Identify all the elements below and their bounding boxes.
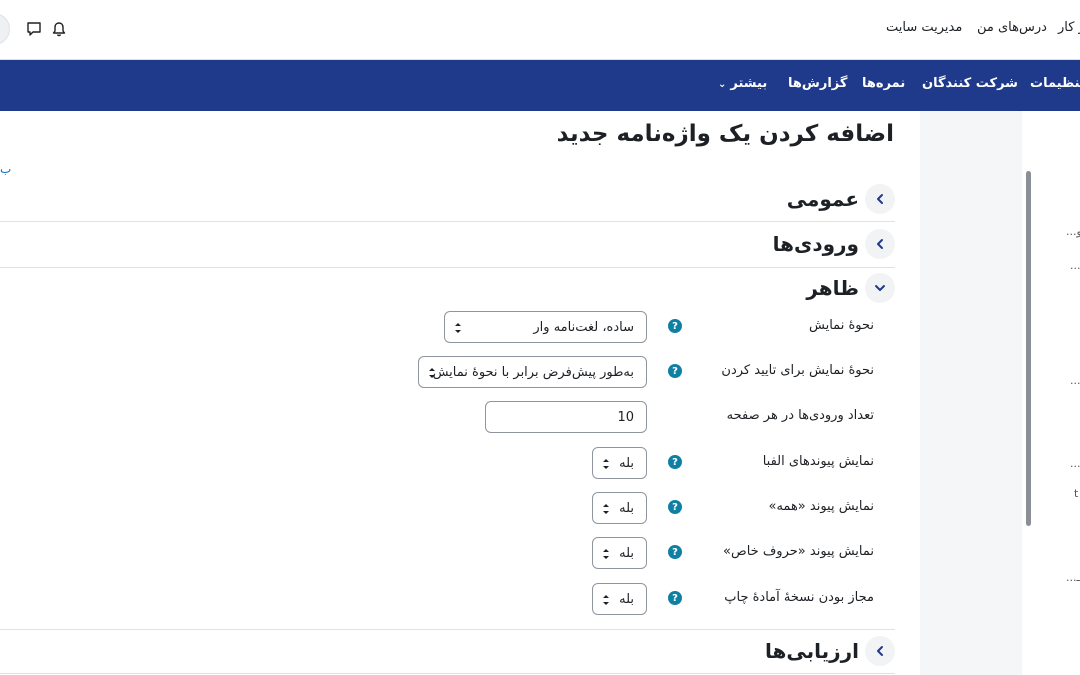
course-index-drawer: ...و ... ... ... t ...ـ [920, 111, 1080, 675]
secondary-navigation: ⌄ بیشتر گزارش‌ها نمره‌ها شرکت کنندگان تنظ… [0, 60, 1080, 111]
divider [0, 221, 895, 222]
select-arrows-icon [603, 595, 609, 605]
show-all-value: بله [619, 500, 634, 516]
allow-print-select[interactable]: بله [592, 583, 647, 615]
divider [0, 267, 895, 268]
nav-dashboard[interactable]: ر کار [1058, 20, 1080, 35]
drawer-item[interactable]: t [1074, 487, 1078, 500]
section-title: ارزیابی‌ها [764, 639, 859, 663]
secnav-grades[interactable]: نمره‌ها [862, 76, 905, 91]
select-arrows-icon [603, 549, 609, 559]
show-alphabet-select[interactable]: بله [592, 447, 647, 479]
help-icon[interactable]: ? [668, 591, 682, 605]
help-icon[interactable]: ? [668, 364, 682, 378]
chevron-down-icon: ⌄ [718, 79, 727, 90]
show-all-label: نمایش پیوند «همه» [768, 499, 875, 514]
drawer-scrollbar[interactable] [1026, 171, 1031, 526]
allow-print-value: بله [619, 591, 634, 607]
section-title: عمومی [786, 187, 859, 211]
section-entries-header[interactable]: ورودی‌ها [773, 228, 895, 260]
nav-my-courses[interactable]: درس‌های من [977, 20, 1047, 35]
nav-site-admin[interactable]: مدیریت سایت [886, 20, 962, 35]
section-appearance-header[interactable]: ظاهر [806, 272, 895, 304]
approval-display-format-select[interactable]: به‌طور پیش‌فرض برابر با نحوهٔ نمایش [418, 356, 647, 388]
allow-print-label: مجاز بودن نسخهٔ آمادهٔ چاپ [724, 590, 874, 605]
drawer-item[interactable]: ... [1070, 457, 1080, 470]
entries-per-page-input[interactable]: 10 [485, 401, 647, 433]
secnav-reports[interactable]: گزارش‌ها [788, 76, 847, 91]
show-special-label: نمایش پیوند «حروف خاص» [723, 544, 874, 559]
chat-icon[interactable] [25, 20, 43, 38]
section-general-header[interactable]: عمومی [787, 183, 895, 215]
help-icon[interactable]: ? [668, 455, 682, 469]
show-alphabet-value: بله [619, 455, 634, 471]
display-format-select[interactable]: ساده، لغت‌نامه وار [444, 311, 647, 343]
section-title: ورودی‌ها [772, 232, 859, 256]
drawer-item[interactable]: ... [1070, 259, 1080, 272]
secnav-more[interactable]: ⌄ بیشتر [718, 76, 767, 91]
expand-all-link[interactable]: ب [0, 162, 11, 176]
approval-display-format-value: به‌طور پیش‌فرض برابر با نحوهٔ نمایش [432, 364, 634, 380]
secnav-more-label: بیشتر [730, 76, 768, 91]
display-format-value: ساده، لغت‌نامه وار [533, 319, 634, 335]
divider [0, 673, 895, 674]
show-special-select[interactable]: بله [592, 537, 647, 569]
select-arrows-icon [455, 323, 461, 333]
chevron-left-icon[interactable] [865, 184, 895, 214]
secnav-participants[interactable]: شرکت کنندگان [922, 76, 1018, 91]
drawer-item[interactable]: ...و [1066, 225, 1080, 238]
page-title: اضافه کردن یک واژه‌نامه جدید [556, 121, 894, 147]
drawer-item[interactable]: ...ـ [1066, 571, 1080, 584]
show-alphabet-label: نمایش پیوندهای الفبا [762, 454, 874, 469]
section-title: ظاهر [806, 276, 859, 300]
show-special-value: بله [619, 545, 634, 561]
avatar[interactable] [0, 13, 10, 45]
approval-display-format-label: نحوهٔ نمایش برای تایید کردن [721, 363, 874, 378]
chevron-left-icon[interactable] [865, 229, 895, 259]
divider [0, 629, 895, 630]
select-arrows-icon [603, 459, 609, 469]
section-ratings-header[interactable]: ارزیابی‌ها [765, 635, 895, 667]
drawer-item[interactable]: ... [1070, 374, 1080, 387]
show-all-select[interactable]: بله [592, 492, 647, 524]
top-navbar: مدیریت سایت درس‌های من ر کار [0, 0, 1080, 60]
secnav-settings[interactable]: تنظیمات [1030, 76, 1080, 91]
display-format-label: نحوهٔ نمایش [809, 318, 874, 333]
help-icon[interactable]: ? [668, 319, 682, 333]
help-icon[interactable]: ? [668, 545, 682, 559]
help-icon[interactable]: ? [668, 500, 682, 514]
chevron-left-icon[interactable] [865, 636, 895, 666]
entries-per-page-label: تعداد ورودی‌ها در هر صفحه [726, 408, 874, 423]
select-arrows-icon [429, 368, 435, 378]
bell-icon[interactable] [50, 20, 68, 38]
chevron-down-icon[interactable] [865, 273, 895, 303]
select-arrows-icon [603, 504, 609, 514]
